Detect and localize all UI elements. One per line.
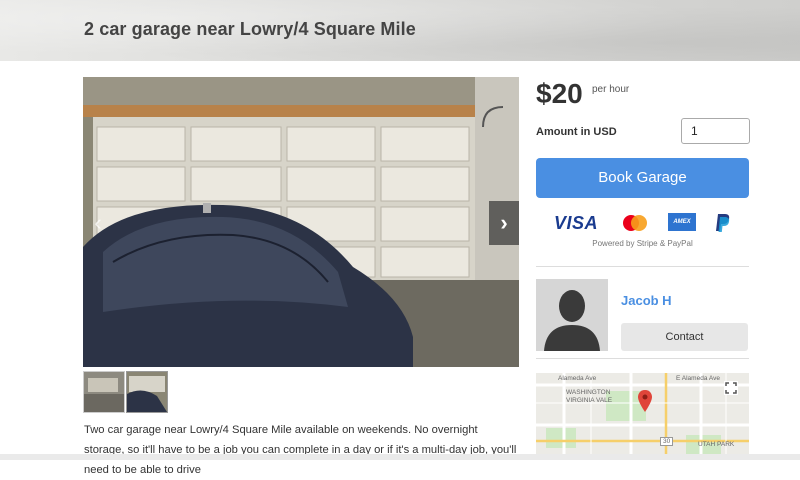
amount-input[interactable] [681, 118, 750, 144]
page-title: 2 car garage near Lowry/4 Square Mile [84, 19, 416, 39]
amex-icon: AMEX [668, 213, 696, 231]
listing-photo[interactable] [83, 77, 519, 367]
map-label: UTAH PARK [698, 441, 735, 448]
map-label: WASHINGTON [566, 389, 611, 396]
divider [536, 266, 749, 267]
gallery-prev-arrow[interactable]: ‹ [83, 201, 113, 245]
host-avatar [536, 279, 608, 351]
horizontal-scrollbar[interactable] [0, 454, 800, 460]
amount-label: Amount in USD [536, 126, 617, 138]
book-garage-button[interactable]: Book Garage [536, 158, 749, 198]
mastercard-icon [620, 212, 650, 234]
garage-photo [83, 77, 519, 367]
map-label: VIRGINIA VALE [566, 397, 613, 404]
thumbnail-image [127, 372, 167, 412]
map-label: E Alameda Ave [676, 375, 720, 382]
map-fullscreen-icon[interactable] [724, 381, 738, 395]
paypal-icon [715, 212, 731, 234]
location-map[interactable]: Alameda Ave E Alameda Ave WASHINGTON VIR… [536, 373, 749, 460]
thumbnail-1[interactable] [83, 371, 125, 413]
map-label: Alameda Ave [558, 375, 597, 382]
host-name-link[interactable]: Jacob H [621, 293, 672, 308]
thumbnail-2[interactable] [126, 371, 168, 413]
map-pin-icon [638, 390, 652, 412]
contact-button[interactable]: Contact [621, 323, 748, 351]
visa-icon: VISA [554, 213, 599, 233]
price-unit: per hour [592, 84, 630, 95]
route-shield: 30 [660, 437, 674, 446]
listing-description: Two car garage near Lowry/4 Square Mile … [84, 424, 517, 476]
powered-by-text: Powered by Stripe & PayPal [592, 239, 693, 248]
divider [536, 358, 749, 359]
price-value: $20 [536, 78, 583, 109]
user-silhouette-icon [536, 279, 608, 351]
gallery-next-arrow[interactable]: › [489, 201, 519, 245]
thumbnail-image [84, 372, 124, 412]
